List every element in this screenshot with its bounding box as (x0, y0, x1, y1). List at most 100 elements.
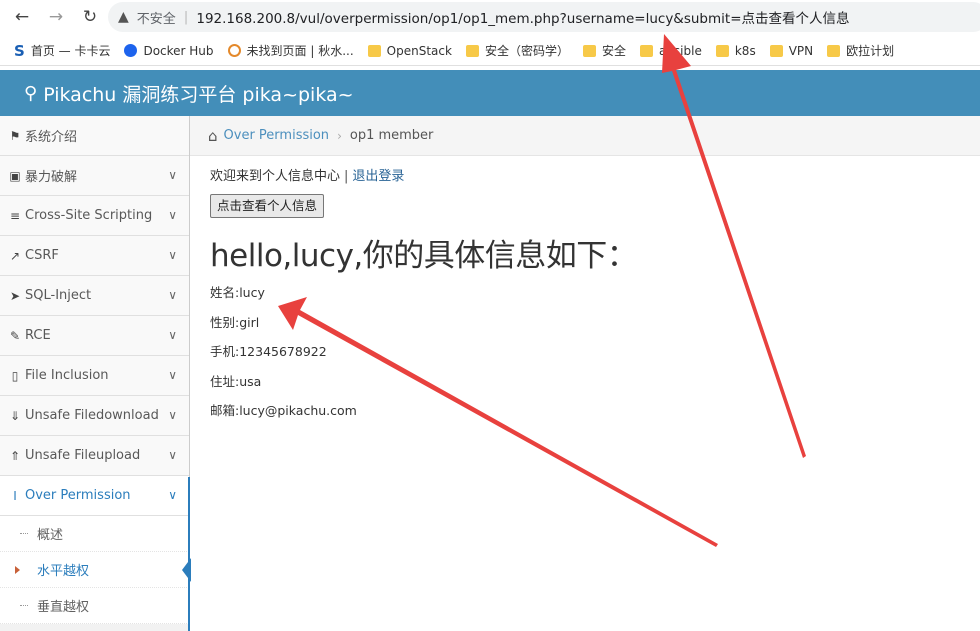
bookmark-label: Docker Hub (143, 43, 214, 58)
sidebar: ⚑ 系统介绍 ▣ 暴力破解 ∨ ≡ Cross-Site Scripting ∨ ↗ CSR… (0, 116, 191, 631)
sidebar-item-csrf[interactable]: ↗ CSRF ∨ (0, 236, 189, 276)
reload-icon[interactable]: ↻ (78, 5, 102, 29)
bookmark-item[interactable]: ansible (639, 43, 702, 58)
back-icon[interactable]: ← (10, 5, 34, 29)
sidebar-item-label: 暴力破解 (25, 170, 78, 185)
bookmark-label: 安全（密码学） (484, 44, 569, 58)
info-address: 住址:usa (210, 373, 262, 389)
sidebar-item-label: Unsafe Fileupload (25, 448, 141, 463)
sidebar-item-file-download[interactable]: ⇓ Unsafe Filedownload ∨ (0, 396, 189, 436)
folder-icon (367, 44, 381, 57)
sidebar-item-intro[interactable]: ⚑ 系统介绍 (0, 116, 189, 156)
folder-icon (465, 44, 479, 57)
folder-icon (582, 44, 596, 57)
sidebar-item-rce[interactable]: ✎ RCE ∨ (0, 316, 189, 356)
s-logo-icon: S (14, 41, 25, 60)
code-icon: ≡ (9, 208, 21, 223)
warning-icon[interactable]: ▲ (118, 9, 129, 25)
folder-icon (639, 44, 653, 57)
chevron-down-icon: ∨ (168, 208, 177, 222)
docker-icon (124, 44, 138, 57)
sidebar-item-sqli[interactable]: ➤ SQL-Inject ∨ (0, 276, 189, 316)
download-icon: ⇓ (9, 408, 21, 423)
bookmark-label: ansible (658, 43, 702, 58)
url-text[interactable]: 192.168.200.8/vul/overpermission/op1/op1… (196, 7, 849, 27)
tree-connector (20, 533, 28, 534)
sidebar-item-label: File Inclusion (25, 368, 109, 383)
sidebar-item-label: 系统介绍 (25, 130, 78, 145)
tree-connector (20, 605, 28, 606)
insecure-label[interactable]: 不安全 (137, 8, 176, 27)
lock-icon: ▣ (9, 168, 21, 183)
bookmark-label: k8s (734, 43, 756, 58)
sidebar-subitem-overview[interactable]: 概述 (0, 516, 189, 552)
info-gender: 性别:girl (210, 314, 260, 330)
bookmark-label: OpenStack (386, 43, 452, 58)
view-info-button[interactable]: 点击查看个人信息 (210, 194, 325, 218)
sidebar-subitem-vertical[interactable]: 垂直越权 (0, 588, 189, 624)
sidebar-item-label: Cross-Site Scripting (25, 208, 153, 223)
bookmark-item[interactable]: VPN (769, 44, 813, 58)
bookmarks-bar: S 首页 — 卡卡云 Docker Hub 未找到页面 | 秋水... OpenS… (0, 36, 980, 66)
info-name: 姓名:lucy (210, 285, 265, 300)
bookmark-item[interactable]: 安全 (582, 42, 626, 59)
file-icon: ▯ (11, 368, 19, 383)
key-icon: ⚲ (24, 82, 38, 104)
info-phone: 手机:12345678922 (210, 344, 327, 359)
sidebar-subitem-horizontal[interactable]: 水平越权 (0, 552, 191, 588)
sidebar-item-label: Unsafe Filedownload (25, 408, 159, 423)
tag-icon: ⚑ (9, 128, 21, 143)
folder-icon (715, 44, 729, 57)
bookmark-item[interactable]: 欧拉计划 (827, 42, 894, 59)
chevron-down-icon: ∨ (168, 368, 177, 382)
app-header: ⚲ Pikachu 漏洞练习平台 pika~pika~ (0, 70, 980, 116)
sidebar-item-file-inclusion[interactable]: ▯ File Inclusion ∨ (0, 356, 189, 396)
sidebar-item-label: SQL-Inject (25, 288, 92, 303)
home-icon[interactable]: ⌂ (208, 127, 218, 145)
breadcrumb: ⌂ Over Permission › op1 member (190, 116, 980, 156)
info-email: 邮箱:lucy@pikachu.com (210, 403, 357, 418)
chevron-down-icon: ∨ (168, 168, 177, 182)
active-bullet-icon (15, 566, 20, 574)
app-title[interactable]: Pikachu 漏洞练习平台 pika~pika~ (43, 80, 353, 107)
bookmark-label: 欧拉计划 (846, 44, 895, 58)
pencil-icon: ✎ (9, 328, 21, 343)
active-section-bar (188, 477, 190, 631)
sidebar-item-xss[interactable]: ≡ Cross-Site Scripting ∨ (0, 196, 189, 236)
address-bar[interactable]: ▲ 不安全 | 192.168.200.8/vul/overpermission… (108, 2, 980, 32)
sidebar-subitem-label: 垂直越权 (37, 600, 90, 615)
chevron-down-icon: ∨ (168, 288, 177, 302)
welcome-line: 欢迎来到个人信息中心 | 退出登录 (210, 165, 970, 184)
plane-icon: ➤ (9, 288, 21, 303)
sidebar-subitem-label: 水平越权 (37, 564, 90, 579)
welcome-divider: | (344, 169, 349, 184)
sidebar-item-file-upload[interactable]: ⇑ Unsafe Fileupload ∨ (0, 436, 189, 476)
bookmark-label: 未找到页面 | 秋水... (246, 44, 354, 58)
breadcrumb-link[interactable]: Over Permission (224, 128, 330, 143)
folder-icon (827, 44, 841, 57)
sidebar-item-over-permission[interactable]: I Over Permission ∨ (0, 476, 189, 516)
chevron-down-icon: ∨ (168, 488, 177, 502)
chevron-down-icon: ∨ (168, 448, 177, 462)
sidebar-item-brute-force[interactable]: ▣ 暴力破解 ∨ (0, 156, 189, 196)
welcome-text: 欢迎来到个人信息中心 (210, 169, 341, 184)
greeting-heading: hello,lucy,你的具体信息如下： (210, 238, 638, 274)
sidebar-subitem-label: 概述 (37, 528, 64, 543)
bookmark-item[interactable]: Docker Hub (124, 43, 214, 58)
breadcrumb-current: op1 member (349, 128, 434, 143)
bookmark-label: 安全 (601, 44, 626, 58)
share-icon: ↗ (9, 248, 21, 263)
bookmark-item[interactable]: k8s (715, 43, 756, 58)
chevron-down-icon: ∨ (168, 328, 177, 342)
bookmark-item[interactable]: S 首页 — 卡卡云 (14, 42, 110, 60)
forward-icon[interactable]: → (44, 5, 68, 29)
bookmark-item[interactable]: OpenStack (367, 43, 452, 58)
main-content: 欢迎来到个人信息中心 | 退出登录 点击查看个人信息 hello,lucy,你的具体… (210, 156, 970, 433)
logout-link[interactable]: 退出登录 (352, 169, 404, 184)
bookmark-item[interactable]: 未找到页面 | 秋水... (227, 42, 354, 59)
sidebar-item-label: CSRF (25, 248, 59, 263)
upload-icon: ⇑ (9, 448, 21, 463)
chevron-down-icon: ∨ (168, 408, 177, 422)
text-cursor-icon: I (13, 488, 17, 503)
bookmark-item[interactable]: 安全（密码学） (465, 42, 569, 59)
